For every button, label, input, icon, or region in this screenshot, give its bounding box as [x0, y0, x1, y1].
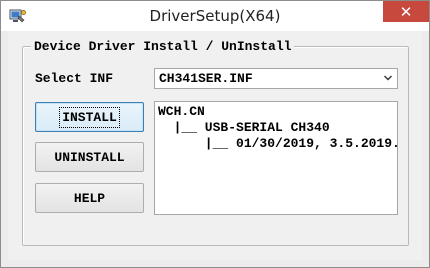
driver-info-box[interactable]: WCH.CN |__ USB-SERIAL CH340 |__ 01/30/20… [154, 101, 398, 215]
select-inf-label: Select INF [35, 71, 114, 86]
inf-selected-value: CH341SER.INF [159, 71, 253, 86]
close-icon: ✕ [399, 2, 413, 21]
driver-setup-window: DriverSetup(X64) ✕ Device Driver Install… [0, 0, 430, 268]
info-line-vendor: WCH.CN [158, 104, 205, 119]
help-button-label: HELP [73, 190, 106, 206]
groupbox-legend: Device Driver Install / UnInstall [31, 39, 295, 54]
install-button[interactable]: INSTALL [35, 102, 144, 132]
uninstall-button[interactable]: UNINSTALL [35, 142, 144, 172]
help-button[interactable]: HELP [35, 183, 144, 213]
install-button-label: INSTALL [59, 106, 120, 128]
dialog-client-area: Device Driver Install / UnInstall Select… [8, 31, 422, 260]
info-line-version: |__ 01/30/2019, 3.5.2019.1 [158, 136, 398, 151]
window-title: DriverSetup(X64) [149, 7, 281, 25]
title-bar[interactable]: DriverSetup(X64) ✕ [1, 1, 429, 31]
inf-select-dropdown[interactable]: CH341SER.INF [154, 68, 398, 89]
close-button[interactable]: ✕ [383, 1, 429, 22]
uninstall-button-label: UNINSTALL [54, 149, 125, 165]
chevron-down-icon [384, 75, 392, 81]
info-line-device: |__ USB-SERIAL CH340 [158, 120, 330, 135]
